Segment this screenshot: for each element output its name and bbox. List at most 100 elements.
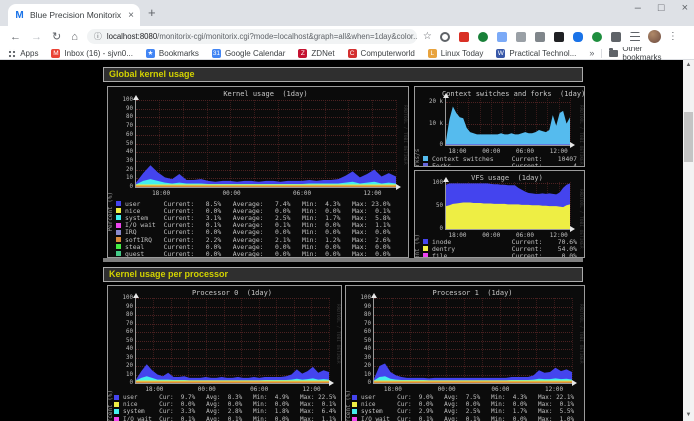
y-tick-label: 40 bbox=[351, 346, 371, 352]
Forks-area bbox=[446, 144, 570, 145]
x-axis-arrow-icon bbox=[396, 184, 401, 190]
search-icon[interactable] bbox=[440, 32, 450, 42]
green-circle-icon[interactable] bbox=[592, 32, 602, 42]
context-graph[interactable]: 010 k20 k bbox=[445, 98, 570, 146]
gmail-icon[interactable] bbox=[459, 32, 469, 42]
x-tick-label: 00:00 bbox=[438, 386, 456, 393]
x-tick-label: 06:00 bbox=[250, 386, 268, 393]
bookmark-star-icon[interactable]: ☆ bbox=[423, 31, 432, 42]
bookmark-items: MInbox (16) - sjvn0... ★Bookmarks 31Google… bbox=[51, 49, 589, 58]
maximize-button[interactable]: □ bbox=[658, 2, 665, 14]
x-axis-arrow-icon bbox=[570, 226, 575, 232]
bookmarks-overflow-chevron[interactable]: » bbox=[589, 48, 594, 58]
address-bar[interactable]: ⓘ localhost:8080/monitorix-cgi/monitorix… bbox=[87, 29, 417, 44]
page-info-icon[interactable]: ⓘ bbox=[94, 31, 102, 42]
chart-areas bbox=[374, 298, 572, 383]
dark-app-icon[interactable] bbox=[554, 32, 564, 42]
menu-kebab-icon[interactable]: ⋮ bbox=[668, 31, 678, 42]
bookmark-item[interactable]: LLinux Today bbox=[428, 49, 484, 58]
proc1-graph[interactable]: 0102030405060708090100 bbox=[373, 298, 572, 384]
screenshot-icon[interactable] bbox=[516, 32, 526, 42]
softIRQ-swatch bbox=[116, 237, 121, 242]
back-button[interactable]: ← bbox=[10, 31, 21, 43]
home-button[interactable]: ⌂ bbox=[71, 31, 78, 43]
vfs-graph[interactable]: 050100 bbox=[445, 182, 570, 230]
scroll-up-arrow[interactable]: ▲ bbox=[683, 60, 694, 71]
rrdtool-watermark: RRDTOOL / TOBI OETIKER bbox=[578, 189, 583, 249]
bookmark-favicon-icon: Z bbox=[298, 49, 307, 58]
apps-shortcut[interactable]: Apps bbox=[20, 49, 38, 58]
forward-button[interactable]: → bbox=[31, 31, 42, 43]
y-tick-label: 50 bbox=[113, 141, 133, 147]
y-tick-label: 20 bbox=[113, 363, 133, 369]
kernel-usage-panel: Kernel usage (1day)Percent (%)0102030405… bbox=[107, 86, 409, 258]
context-switches-panel: Context switches and forks (1day)CS & fo… bbox=[414, 86, 585, 167]
y-tick-label: 100 bbox=[113, 295, 133, 301]
browser-window: M Blue Precision Monitorix × + – □ × ← →… bbox=[0, 0, 694, 60]
chart-legend: Context switchesCurrent: 10407ForksCurre… bbox=[423, 155, 577, 167]
legend-text: system Cur: 3.3% Avg: 2.8% Min: 1.8% Max… bbox=[123, 408, 336, 415]
proc0-graph[interactable]: 0102030405060708090100 bbox=[135, 298, 329, 384]
y-tick-label: 50 bbox=[423, 203, 443, 209]
system-swatch bbox=[352, 409, 357, 414]
x-axis-labels: 18:0000:0006:0012:00 bbox=[135, 386, 329, 393]
x-tick-label: 12:00 bbox=[545, 386, 563, 393]
chart-legend: user Current: 8.5% Average: 7.4% Min: 4.… bbox=[116, 200, 406, 258]
extensions-puzzle-icon[interactable] bbox=[611, 32, 621, 42]
scroll-down-arrow[interactable]: ▼ bbox=[683, 410, 694, 421]
legend-text: system Cur: 2.9% Avg: 2.5% Min: 1.7% Max… bbox=[361, 408, 574, 415]
tune-icon[interactable] bbox=[630, 32, 640, 42]
profile-avatar[interactable] bbox=[648, 30, 661, 43]
tab-bar: M Blue Precision Monitorix × + – □ × bbox=[0, 0, 694, 26]
cast-icon[interactable] bbox=[535, 32, 545, 42]
kernel-graph[interactable]: 0102030405060708090100 bbox=[135, 100, 396, 188]
legend-text: guest Current: 0.0% Average: 0.0% Min: 0… bbox=[125, 250, 390, 258]
legend-row: I/O wait Cur: 0.1% Avg: 0.1% Min: 0.0% M… bbox=[352, 416, 582, 421]
legend-row: system Cur: 2.9% Avg: 2.5% Min: 1.7% Max… bbox=[352, 408, 582, 415]
chart-areas bbox=[446, 182, 570, 229]
bookmark-item[interactable]: ★Bookmarks bbox=[146, 49, 199, 58]
bookmark-item[interactable]: WPractical Technol... bbox=[496, 49, 576, 58]
reload-button[interactable]: ↻ bbox=[52, 30, 61, 43]
rrdtool-watermark: RRDTOOL / TOBI OETIKER bbox=[402, 105, 407, 165]
legend-value: Current: 4 bbox=[512, 162, 577, 167]
bookmark-favicon-icon: C bbox=[348, 49, 357, 58]
browser-tab[interactable]: M Blue Precision Monitorix × bbox=[8, 4, 140, 26]
bookmark-item[interactable]: ZZDNet bbox=[298, 49, 334, 58]
steal-swatch bbox=[116, 244, 121, 249]
minimize-button[interactable]: – bbox=[635, 2, 641, 14]
bookmark-item[interactable]: 31Google Calendar bbox=[212, 49, 285, 58]
inode-swatch bbox=[423, 239, 428, 244]
tab-title: Blue Precision Monitorix bbox=[30, 10, 124, 20]
bookmark-item[interactable]: MInbox (16) - sjvn0... bbox=[51, 49, 132, 58]
y-tick-label: 70 bbox=[113, 123, 133, 129]
messages-icon[interactable] bbox=[573, 32, 583, 42]
chart-areas bbox=[136, 100, 396, 187]
copy-pages-icon[interactable] bbox=[497, 32, 507, 42]
grid-line bbox=[570, 98, 571, 145]
share-green-icon[interactable] bbox=[478, 32, 488, 42]
chart-legend: user Cur: 9.0% Avg: 7.5% Min: 4.3% Max: … bbox=[352, 394, 582, 421]
y-tick-label: 0 bbox=[113, 184, 133, 190]
legend-row: I/O wait Cur: 0.1% Avg: 0.1% Min: 0.0% M… bbox=[114, 416, 339, 421]
Context switches-area bbox=[446, 107, 570, 145]
bookmark-item[interactable]: CComputerworld bbox=[348, 49, 415, 58]
tab-close-icon[interactable]: × bbox=[128, 10, 134, 21]
bookmark-label: Practical Technol... bbox=[509, 49, 576, 58]
y-tick-label: 30 bbox=[113, 158, 133, 164]
x-tick-label: 00:00 bbox=[198, 386, 216, 393]
processor0-panel: Processor 0 (1day)Percent (%)01020304050… bbox=[107, 285, 342, 421]
nice-swatch bbox=[116, 208, 121, 213]
user-swatch bbox=[352, 395, 357, 400]
bookmark-label: Linux Today bbox=[441, 49, 484, 58]
new-tab-button[interactable]: + bbox=[148, 5, 156, 20]
scrollbar-thumb[interactable] bbox=[684, 112, 693, 162]
y-tick-label: 20 k bbox=[423, 99, 443, 105]
apps-grid-icon[interactable] bbox=[8, 49, 16, 58]
I/O wait-swatch bbox=[116, 223, 121, 228]
page-scrollbar: ▲ ▼ bbox=[683, 60, 694, 421]
window-close-button[interactable]: × bbox=[682, 2, 688, 14]
x-axis-arrow-icon bbox=[572, 380, 577, 386]
bookmark-favicon-icon: ★ bbox=[146, 49, 155, 58]
legend-text: I/O wait Cur: 0.1% Avg: 0.1% Min: 0.0% M… bbox=[361, 416, 574, 421]
